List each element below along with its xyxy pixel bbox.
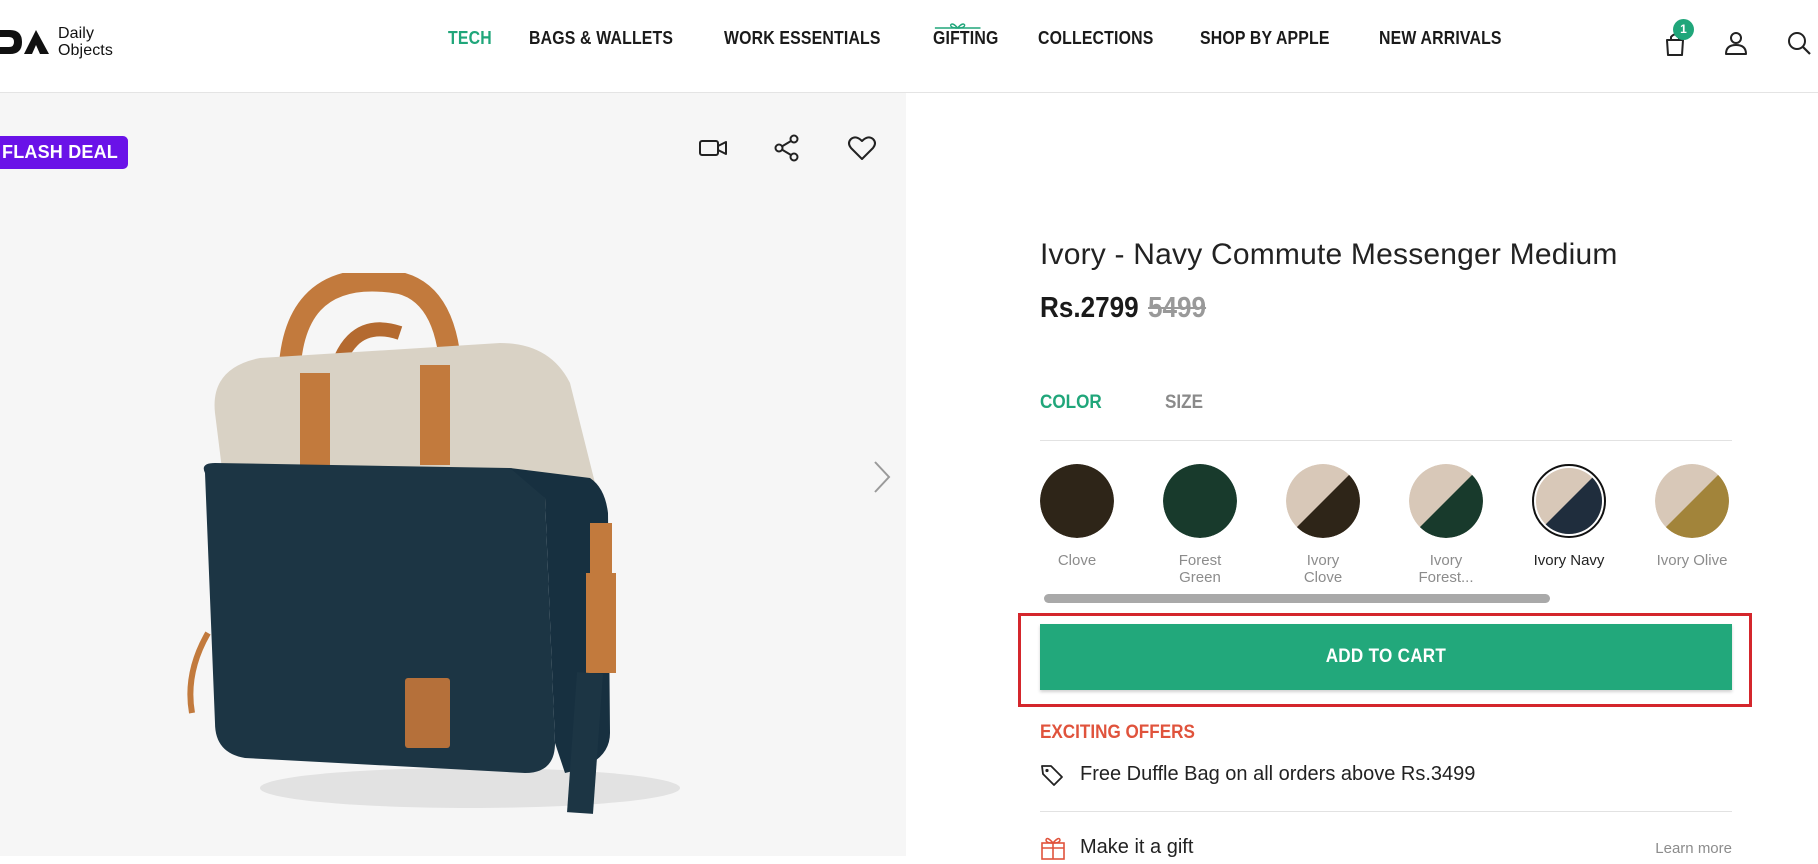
swatch-label: Forest Green [1178,552,1222,586]
product-bag-image [187,273,680,814]
logo-line-2: Objects [58,42,113,59]
tab-color[interactable]: COLOR [1040,392,1102,414]
swatch-forest-green[interactable]: Forest Green [1139,464,1261,586]
swatch-ivory-forest[interactable]: Ivory Forest... [1385,464,1507,586]
nav-item-tech[interactable]: TECH [448,28,492,49]
product-details: Ivory - Navy Commute Messenger Medium Rs… [1040,0,1780,860]
flash-deal-badge: FLASH DEAL [0,136,128,169]
swatch-ivory-clove[interactable]: Ivory Clove [1262,464,1384,586]
add-to-cart-highlight [1018,613,1752,707]
nav-item-gifting-label: GIFTING [932,28,999,48]
swatch-circle [1286,464,1360,538]
tag-icon [1041,765,1063,786]
swatch-circle [1655,464,1729,538]
swatch-label: Clove [1057,552,1097,569]
price-row: Rs.2799 5499 [1040,292,1213,325]
logo-line-1: Daily [58,25,95,42]
logo-wordmark: Daily Objects [58,25,113,59]
gift-ribbon-icon [934,23,981,29]
nav-item-gifting[interactable]: GIFTING [932,23,999,49]
gift-box-icon [1041,837,1065,860]
wishlist-heart-icon[interactable] [847,133,877,163]
color-swatches: Clove Forest Green Ivory Clove Ivory For… [1040,464,1740,594]
gift-row: Make it a gift Learn more [1040,834,1732,864]
swatch-clove[interactable]: Clove [1016,464,1138,569]
nav-item-work-essentials[interactable]: WORK ESSENTIALS [724,28,881,49]
swatch-label: Ivory Clove [1303,552,1343,586]
original-price: 5499 [1148,292,1207,324]
swatch-label: Ivory Navy [1533,552,1605,569]
search-icon[interactable] [1785,29,1813,57]
swatch-circle [1409,464,1483,538]
learn-more-link[interactable]: Learn more [1655,840,1732,857]
brand-logo[interactable]: Daily Objects [0,22,113,62]
swatch-circle [1163,464,1237,538]
product-title: Ivory - Navy Commute Messenger Medium [1040,238,1618,271]
swatch-scrollbar[interactable] [1044,594,1550,603]
tab-size[interactable]: SIZE [1165,392,1203,414]
share-icon[interactable] [772,133,802,163]
swatch-ivory-navy[interactable]: Ivory Navy [1508,464,1630,569]
swatch-ivory-olive[interactable]: Ivory Olive [1631,464,1753,569]
offer-text: Free Duffle Bag on all orders above Rs.3… [1080,763,1476,785]
swatch-label: Ivory Forest... [1418,552,1474,586]
logo-mark-icon [0,30,49,54]
product-gallery: FLASH DEAL [0,93,906,856]
next-image-arrow-icon[interactable] [872,459,892,495]
swatch-circle [1532,464,1606,538]
swatch-label: Ivory Olive [1656,552,1728,569]
nav-item-bags-wallets[interactable]: BAGS & WALLETS [529,28,673,49]
video-icon[interactable] [698,133,728,163]
swatch-circle [1040,464,1114,538]
variant-tabs: COLOR SIZE [1040,392,1732,441]
sale-price: Rs.2799 [1040,292,1139,324]
offer-item: Free Duffle Bag on all orders above Rs.3… [1040,763,1732,812]
offers-heading: EXCITING OFFERS [1040,722,1195,743]
